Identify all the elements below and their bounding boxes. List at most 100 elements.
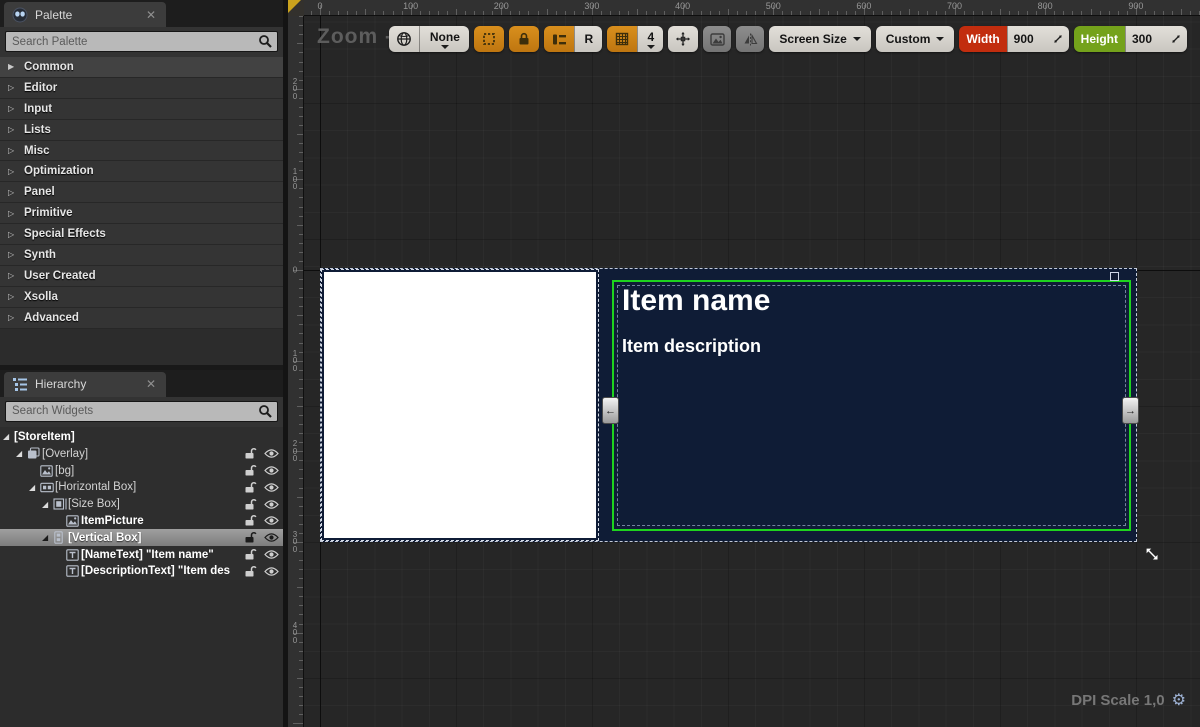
ruler-tick [1127, 11, 1128, 15]
lock-toggle[interactable] [244, 447, 257, 460]
hierarchy-row-overlay[interactable]: ◢ [Overlay] [0, 445, 283, 462]
lock-toggle[interactable] [244, 514, 257, 527]
palette-category-panel[interactable]: ▷ Panel [0, 182, 283, 203]
tab-palette[interactable]: Palette ✕ [4, 2, 166, 27]
expander-icon[interactable]: ◢ [3, 432, 14, 441]
expander-icon[interactable]: ▷ [8, 209, 16, 218]
screen-size-dropdown[interactable]: Screen Size [769, 26, 870, 52]
lock-toggle[interactable] [244, 565, 257, 578]
gear-icon[interactable]: ⚙ [1172, 693, 1186, 709]
localization-preview-button[interactable] [389, 26, 419, 52]
palette-category-optimization[interactable]: ▷ Optimization [0, 161, 283, 182]
toggle-outlines-button[interactable] [474, 26, 504, 52]
preview-language-dropdown[interactable]: None [419, 26, 469, 52]
visibility-toggle[interactable] [264, 465, 279, 476]
transform-mode-button[interactable] [668, 26, 698, 52]
hierarchy-search-input[interactable] [5, 401, 278, 422]
visibility-toggle[interactable] [264, 499, 279, 510]
palette-category-advanced[interactable]: ▷ Advanced [0, 308, 283, 329]
visibility-toggle[interactable] [264, 482, 279, 493]
visibility-toggle[interactable] [264, 515, 279, 526]
resize-handle-corner[interactable] [1110, 272, 1119, 281]
design-canvas[interactable]: Zoom -1 None [304, 16, 1200, 727]
hierarchy-row-storeitem[interactable]: ◢ [StoreItem] [0, 429, 283, 446]
expander-icon[interactable]: ▷ [8, 104, 16, 113]
palette-category-editor[interactable]: ▷ Editor [0, 78, 283, 99]
grid-snapping-button[interactable] [607, 26, 637, 52]
ruler-tick [547, 9, 548, 15]
palette-category-user-created[interactable]: ▷ User Created [0, 266, 283, 287]
left-dock: Palette ✕ ▶ Common ▷ Editor ▷ Input ▷ Li… [0, 0, 283, 727]
hierarchy-row-itempicture[interactable]: ItemPicture [0, 513, 283, 530]
hierarchy-row-descriptiontext[interactable]: [DescriptionText] "Item des [0, 563, 283, 580]
palette-category-common[interactable]: ▶ Common [0, 57, 283, 78]
ruler-tick [299, 261, 303, 262]
palette-category-primitive[interactable]: ▷ Primitive [0, 203, 283, 224]
ruler-tick [299, 515, 303, 516]
width-input[interactable]: 900 [1007, 26, 1069, 52]
close-icon[interactable]: ✕ [144, 378, 158, 390]
height-input[interactable]: 300 [1125, 26, 1187, 52]
expander-icon[interactable]: ▷ [8, 83, 16, 92]
item-picture-image[interactable] [324, 272, 596, 538]
close-icon[interactable]: ✕ [144, 9, 158, 21]
palette-category-synth[interactable]: ▷ Synth [0, 245, 283, 266]
expander-icon[interactable]: ▷ [8, 271, 16, 280]
resize-handle-left[interactable]: ← [602, 397, 619, 424]
ruler-tick [1036, 11, 1037, 15]
lock-toggle[interactable] [244, 548, 257, 561]
expander-icon[interactable]: ◢ [42, 533, 53, 542]
preview-background-button[interactable] [703, 26, 731, 52]
expander-icon[interactable]: ▷ [8, 146, 16, 155]
expander-icon[interactable]: ▷ [8, 230, 16, 239]
expander-icon[interactable]: ▷ [8, 313, 16, 322]
expander-icon[interactable]: ▷ [8, 167, 16, 176]
expander-icon[interactable]: ▷ [8, 188, 16, 197]
store-item-widget-preview[interactable]: Item name Item description ← → [320, 268, 1137, 542]
visibility-toggle[interactable] [264, 532, 279, 543]
expander-icon[interactable]: ▶ [8, 62, 16, 71]
lock-toggle[interactable] [244, 498, 257, 511]
palette-category-xsolla[interactable]: ▷ Xsolla [0, 287, 283, 308]
resize-handle-right[interactable]: → [1122, 397, 1139, 424]
lock-toggle[interactable] [244, 531, 257, 544]
hierarchy-row-bg[interactable]: [bg] [0, 462, 283, 479]
expander-icon[interactable]: ◢ [16, 449, 27, 458]
grid-size-dropdown[interactable]: 4 [637, 26, 663, 52]
lock-toggle[interactable] [244, 464, 257, 477]
respect-locks-button[interactable] [509, 26, 539, 52]
expander-icon[interactable]: ◢ [29, 483, 40, 492]
ruler-tick [1163, 11, 1164, 15]
ruler-label: 0 [288, 266, 302, 274]
palette-category-lists[interactable]: ▷ Lists [0, 120, 283, 141]
lock-toggle[interactable] [244, 481, 257, 494]
vertical-box-selection[interactable]: Item name Item description [612, 280, 1131, 531]
flow-direction-rtl-button[interactable]: R [574, 26, 602, 52]
size-preset-dropdown[interactable]: Custom [876, 26, 955, 52]
visibility-toggle[interactable] [264, 549, 279, 560]
mirror-preview-button[interactable] [736, 26, 764, 52]
expander-icon[interactable]: ◢ [42, 500, 53, 509]
ruler-tick [1081, 11, 1082, 15]
expander-icon[interactable]: ▷ [8, 250, 16, 259]
item-description-text[interactable]: Item description [622, 336, 761, 357]
hierarchy-row-horizontal-box[interactable]: ◢ [Horizontal Box] [0, 479, 283, 496]
palette-search-input[interactable] [5, 31, 278, 52]
expander-icon[interactable]: ▷ [8, 125, 16, 134]
visibility-toggle[interactable] [264, 448, 279, 459]
hierarchy-row-vertical-box[interactable]: ◢ [Vertical Box] [0, 529, 283, 546]
palette-category-label: Advanced [24, 312, 79, 324]
palette-category-label: Misc [24, 145, 50, 157]
palette-category-misc[interactable]: ▷ Misc [0, 141, 283, 162]
palette-category-input[interactable]: ▷ Input [0, 99, 283, 120]
flow-direction-button[interactable] [544, 26, 574, 52]
tab-hierarchy[interactable]: Hierarchy ✕ [4, 372, 166, 397]
item-name-text[interactable]: Item name [622, 284, 770, 318]
expander-icon[interactable]: ▷ [8, 292, 16, 301]
hierarchy-row-nametext[interactable]: [NameText] "Item name" [0, 546, 283, 563]
visibility-toggle[interactable] [264, 566, 279, 577]
hierarchy-row-size-box[interactable]: ◢ [Size Box] [0, 496, 283, 513]
ruler-tick [299, 578, 303, 579]
palette-category-special-effects[interactable]: ▷ Special Effects [0, 224, 283, 245]
dpi-scale-row: DPI Scale 1,0 ⚙ [1071, 692, 1186, 709]
